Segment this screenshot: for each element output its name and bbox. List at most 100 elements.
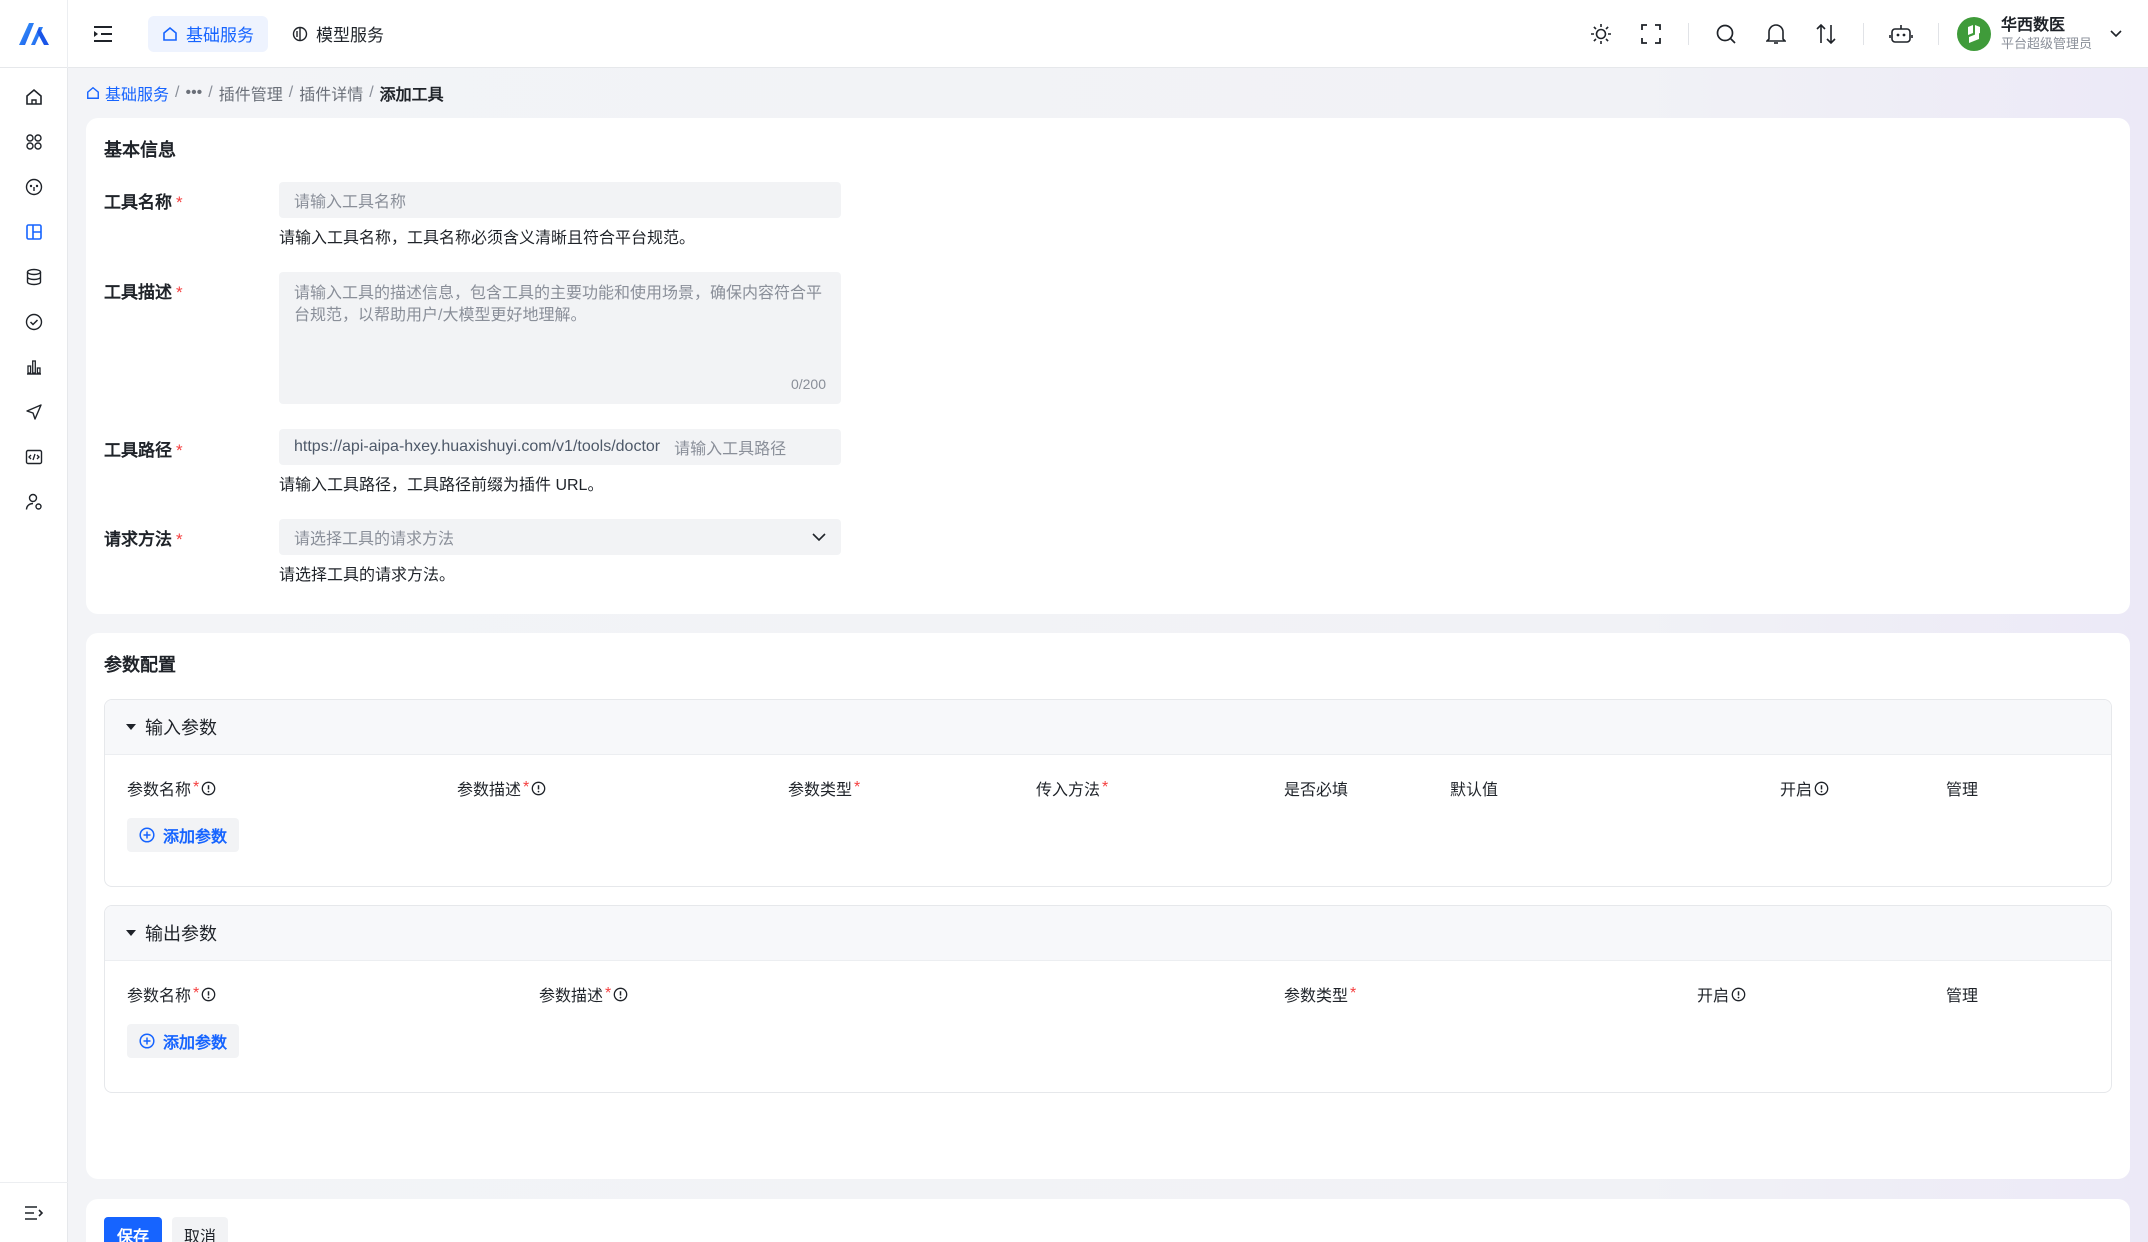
- home-icon: [87, 86, 99, 99]
- column-label: 参数名称: [127, 988, 192, 1005]
- url-prefix: https://api-aipa-hxey.huaxishuyi.com/v1/…: [294, 438, 661, 455]
- send-icon: [26, 403, 42, 420]
- breadcrumb-ellipsis[interactable]: •••: [185, 84, 202, 102]
- sidebar-item-send[interactable]: [0, 389, 68, 434]
- sidebar-item-home[interactable]: [0, 74, 68, 119]
- char-counter: 0/200: [790, 376, 826, 392]
- model-icon: [292, 26, 308, 41]
- input-placeholder: 请输入工具路径: [674, 441, 787, 458]
- col-param-name: 参数名称 *: [127, 982, 216, 1006]
- toolbar-divider: [1687, 22, 1689, 45]
- add-output-param-button[interactable]: 添加参数: [127, 1024, 240, 1058]
- col-default: 默认值: [1450, 782, 1499, 799]
- save-button[interactable]: 保存: [104, 1217, 162, 1242]
- output-params-header[interactable]: 输出参数: [105, 906, 2111, 961]
- param-config-card: 参数配置 输入参数 参数名称 * 参数描述 * 参数类型 * 传入方法 * 是否必填 默: [86, 633, 2130, 1179]
- toolbar-divider: [1937, 22, 1939, 45]
- add-input-param-button[interactable]: 添加参数: [127, 818, 240, 852]
- breadcrumb-plugin-management[interactable]: 插件管理: [219, 81, 283, 105]
- chevron-down-icon: [2110, 29, 2122, 37]
- column-label: 参数名称: [127, 782, 192, 799]
- basic-info-card: 基本信息 工具名称 * 请输入工具名称 请输入工具名称，工具名称必须含义清晰且符合…: [86, 118, 2130, 614]
- sidebar-item-layout[interactable]: [0, 209, 68, 254]
- tool-path-input[interactable]: https://api-aipa-hxey.huaxishuyi.com/v1/…: [279, 429, 841, 465]
- cancel-button[interactable]: 取消: [172, 1217, 228, 1242]
- bar-chart-icon: [27, 359, 41, 375]
- home-icon: [163, 26, 177, 41]
- tool-name-input[interactable]: 请输入工具名称: [279, 182, 841, 218]
- col-param-type: 参数类型 *: [1284, 982, 1356, 1006]
- apps-icon: [26, 133, 42, 150]
- tab-basic-services[interactable]: 基础服务: [148, 15, 268, 52]
- column-label: 参数类型: [1284, 988, 1349, 1005]
- top-bar: 基础服务 模型服务 华西数医 平台超级管理员: [0, 0, 2148, 68]
- request-method-help: 请选择工具的请求方法。: [279, 567, 456, 584]
- tab-model-services[interactable]: 模型服务: [278, 16, 398, 52]
- tool-path-label: 工具路径 *: [104, 436, 183, 461]
- column-label: 参数描述: [539, 988, 604, 1005]
- required-mark: *: [523, 779, 530, 796]
- breadcrumb-separator: /: [369, 84, 374, 101]
- plus-circle-icon: [139, 827, 155, 843]
- col-manage: 管理: [1946, 988, 1979, 1005]
- sidebar-item-analytics[interactable]: [0, 344, 68, 389]
- sidebar-expand-icon[interactable]: [0, 1182, 68, 1242]
- button-label: 添加参数: [163, 1035, 228, 1052]
- info-icon[interactable]: [201, 781, 216, 796]
- app-logo[interactable]: [0, 0, 68, 68]
- chevron-down-icon: [812, 532, 826, 541]
- menu-toggle-icon[interactable]: [88, 19, 118, 49]
- tool-path-help: 请输入工具路径，工具路径前缀为插件 URL。: [279, 477, 604, 494]
- output-params-panel: 输出参数 参数名称 * 参数描述 * 参数类型 * 开启 管理 添加参数: [104, 905, 2112, 1093]
- info-icon[interactable]: [1731, 987, 1746, 1002]
- sidebar-item-check[interactable]: [0, 299, 68, 344]
- sun-icon[interactable]: [1576, 14, 1626, 54]
- required-mark: *: [605, 985, 612, 1002]
- required-mark: *: [176, 441, 183, 460]
- info-icon[interactable]: [613, 987, 628, 1002]
- main-content: 基础服务 / ••• / 插件管理 / 插件详情 / 添加工具 基本信息 工具名…: [68, 68, 2148, 1242]
- breadcrumb-current: 添加工具: [379, 87, 444, 104]
- search-icon[interactable]: [1701, 14, 1751, 54]
- sort-arrows-icon[interactable]: [1801, 14, 1851, 54]
- robot-icon[interactable]: [1876, 14, 1926, 54]
- fullscreen-icon[interactable]: [1626, 14, 1676, 54]
- sidebar: [0, 68, 68, 1242]
- tab-label: 基础服务: [186, 26, 254, 45]
- info-icon[interactable]: [201, 987, 216, 1002]
- user-name: 华西数医: [2000, 16, 2065, 34]
- sidebar-item-users[interactable]: [0, 479, 68, 524]
- breadcrumb-separator: /: [208, 84, 213, 101]
- sidebar-item-database[interactable]: [0, 254, 68, 299]
- column-label: 开启: [1780, 782, 1813, 799]
- input-params-header[interactable]: 输入参数: [105, 700, 2111, 755]
- required-mark: *: [176, 193, 183, 212]
- sidebar-item-code[interactable]: [0, 434, 68, 479]
- input-params-panel: 输入参数 参数名称 * 参数描述 * 参数类型 * 传入方法 * 是否必填 默认值 开启: [104, 699, 2112, 887]
- sidebar-item-apps[interactable]: [0, 119, 68, 164]
- request-method-label: 请求方法 *: [104, 525, 183, 550]
- info-icon[interactable]: [1814, 781, 1829, 796]
- top-toolbar: 华西数医 平台超级管理员: [1576, 0, 2148, 68]
- caret-down-icon: [126, 930, 136, 936]
- sidebar-item-dashboard[interactable]: [0, 164, 68, 209]
- col-manage: 管理: [1946, 782, 1979, 799]
- request-method-select[interactable]: 请选择工具的请求方法: [279, 519, 841, 555]
- breadcrumb-home[interactable]: 基础服务: [86, 81, 169, 105]
- required-mark: *: [176, 283, 183, 302]
- tool-desc-textarea[interactable]: 请输入工具的描述信息，包含工具的主要功能和使用场景，确保内容符合平台规范，以帮助…: [279, 272, 841, 404]
- form-actions: 保存 取消: [86, 1199, 2130, 1242]
- required-mark: *: [854, 779, 861, 796]
- breadcrumb-plugin-detail[interactable]: 插件详情: [299, 81, 363, 105]
- bell-icon[interactable]: [1751, 14, 1801, 54]
- database-icon: [26, 268, 42, 285]
- required-mark: *: [1102, 779, 1109, 796]
- info-icon[interactable]: [531, 781, 546, 796]
- breadcrumb-separator: /: [175, 84, 180, 101]
- user-menu[interactable]: 华西数医 平台超级管理员: [1956, 16, 2148, 52]
- panel-title: 输入参数: [145, 718, 217, 738]
- toolbar-divider: [1862, 22, 1864, 45]
- col-param-desc: 参数描述 *: [457, 776, 546, 800]
- select-placeholder: 请选择工具的请求方法: [294, 531, 455, 548]
- col-pass-method: 传入方法 *: [1036, 776, 1108, 800]
